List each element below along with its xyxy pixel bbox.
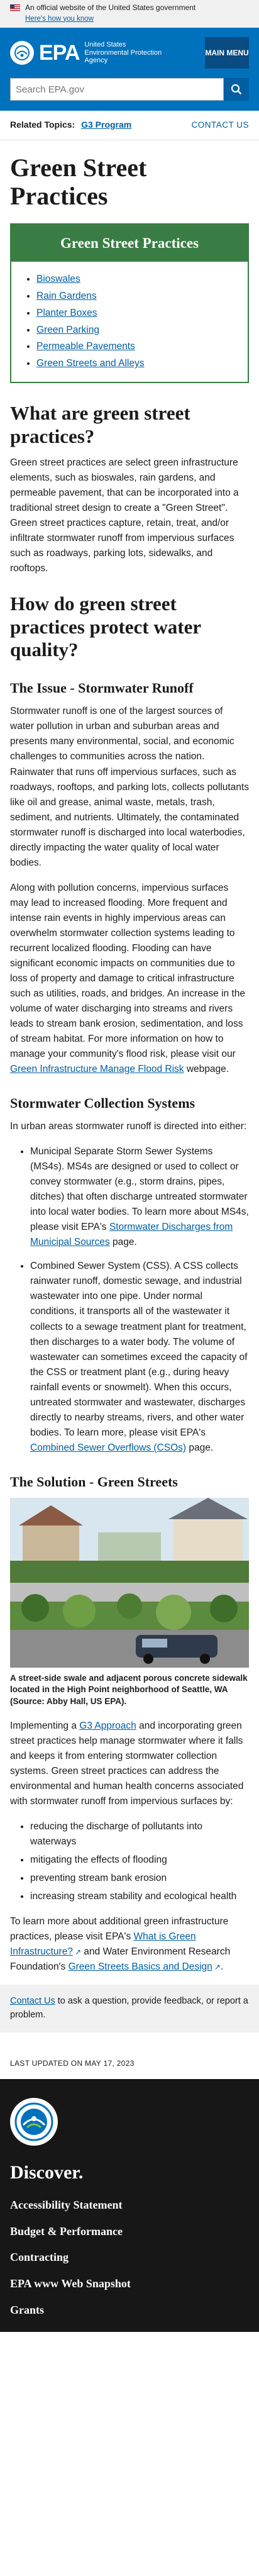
toc-link-planter-boxes[interactable]: Planter Boxes	[36, 308, 97, 318]
toc-item: Green Parking	[36, 323, 238, 338]
epa-seal-icon	[10, 40, 34, 65]
toc-item: Planter Boxes	[36, 306, 238, 321]
list-item: mitigating the effects of flooding	[30, 1853, 249, 1868]
contact-box: Contact Us to ask a question, provide fe…	[0, 1985, 259, 2032]
epa-seal-icon	[10, 2098, 58, 2146]
toc-link-green-streets-alleys[interactable]: Green Streets and Alleys	[36, 358, 144, 369]
manage-flood-risk-link[interactable]: Green Infrastructure Manage Flood Risk	[10, 1064, 184, 1074]
footer-link-budget[interactable]: Budget & Performance	[10, 2225, 123, 2238]
last-updated: LAST UPDATED ON MAY 17, 2023	[10, 2058, 135, 2068]
systems-heading: Stormwater Collection Systems	[10, 1095, 196, 1111]
solution-p1-end: and incorporating green street practices…	[10, 1720, 244, 1807]
footer-item: Contracting	[10, 2246, 249, 2273]
toc-link-green-parking[interactable]: Green Parking	[36, 325, 99, 335]
g3-program-link[interactable]: G3 Program	[81, 120, 131, 130]
site-footer: Discover. Accessibility Statement Budget…	[0, 2079, 259, 2333]
green-streets-basics-link[interactable]: Green Streets Basics and Design	[69, 1961, 212, 1972]
footer-item: Accessibility Statement	[10, 2194, 249, 2221]
css-text: Combined Sewer System (CSS). A CSS colle…	[30, 1261, 248, 1438]
epa-logo[interactable]: EPA United States Environmental Protecti…	[10, 36, 166, 70]
systems-intro: In urban areas stormwater runoff is dire…	[10, 1121, 247, 1132]
footer-item: Grants	[10, 2299, 249, 2326]
list-item: increasing stream stability and ecologic…	[30, 1889, 249, 1904]
issue-paragraph-2: Along with pollution concerns, imperviou…	[10, 881, 249, 1077]
issue-paragraph-1: Stormwater runoff is one of the largest …	[10, 706, 249, 868]
solution-paragraph-2: To learn more about additional green inf…	[10, 1915, 231, 1973]
issue-paragraph-2-text: Along with pollution concerns, imperviou…	[10, 882, 245, 1059]
search-icon	[231, 84, 242, 95]
list-item-ms4: Municipal Separate Storm Sewer Systems (…	[30, 1144, 249, 1250]
ms4-end: page.	[109, 1237, 137, 1248]
contact-us-footer-link[interactable]: Contact Us	[10, 1996, 55, 2006]
footer-link-accessibility[interactable]: Accessibility Statement	[10, 2199, 122, 2211]
toc-item: Permeable Pavements	[36, 339, 238, 355]
toc-box: Green Street Practices Bioswales Rain Ga…	[10, 223, 249, 383]
section-what-body: Green street practices are select green …	[10, 457, 239, 574]
footer-link-contracting[interactable]: Contracting	[10, 2251, 69, 2263]
toc-title: Green Street Practices	[11, 224, 248, 262]
external-link-icon: ↗	[214, 1963, 221, 1972]
gov-banner-text: An official website of the United States…	[25, 3, 196, 12]
related-topics-label: Related Topics:	[10, 120, 75, 130]
ms4-text: Municipal Separate Storm Sewer Systems (…	[30, 1146, 249, 1233]
related-topics-bar: Related Topics: G3 Program CONTACT US	[0, 111, 259, 140]
photo-caption: A street-side swale and adjacent porous …	[10, 1673, 248, 1706]
list-item: preventing stream bank erosion	[30, 1871, 249, 1886]
cso-link[interactable]: Combined Sewer Overflows (CSOs)	[30, 1442, 186, 1453]
gov-banner: An official website of the United States…	[0, 0, 259, 28]
search-form	[10, 78, 249, 101]
logo-subtitle: United States Environmental Protection A…	[84, 40, 162, 65]
toc-item: Bioswales	[36, 272, 238, 287]
list-item-css: Combined Sewer System (CSS). A CSS colle…	[30, 1259, 249, 1455]
section-heading-how: How do green street practices protect wa…	[10, 593, 201, 661]
solution-p1-start: Implementing a	[10, 1720, 80, 1731]
main-menu-button[interactable]: MAIN MENU	[205, 36, 249, 69]
us-flag-icon	[10, 4, 20, 12]
main-content: Green Street Practices Green Street Prac…	[0, 153, 259, 2048]
benefits-list: reducing the discharge of pollutants int…	[10, 1819, 249, 1904]
css-end: page.	[186, 1442, 214, 1453]
footer-link-grants[interactable]: Grants	[10, 2304, 44, 2316]
toc-item: Green Streets and Alleys	[36, 356, 238, 372]
search-button[interactable]	[224, 78, 249, 101]
toc-link-permeable-pavements[interactable]: Permeable Pavements	[36, 341, 135, 352]
search-input[interactable]	[10, 78, 224, 101]
footer-link-web-snapshot[interactable]: EPA www Web Snapshot	[10, 2277, 131, 2290]
footer-item: Budget & Performance	[10, 2221, 249, 2247]
list-item: reducing the discharge of pollutants int…	[30, 1819, 249, 1849]
footer-links: Accessibility Statement Budget & Perform…	[10, 2194, 249, 2326]
issue-heading: The Issue - Stormwater Runoff	[10, 679, 194, 696]
toc-list: Bioswales Rain Gardens Planter Boxes Gre…	[11, 262, 248, 382]
site-header: EPA United States Environmental Protecti…	[0, 27, 259, 111]
toc-item: Rain Gardens	[36, 289, 238, 304]
g3-approach-link[interactable]: G3 Approach	[79, 1720, 136, 1731]
green-street-photo	[10, 1498, 249, 1668]
toc-link-rain-gardens[interactable]: Rain Gardens	[36, 291, 97, 301]
external-link-icon: ↗	[74, 1948, 81, 1956]
issue-paragraph-2-end: webpage.	[184, 1063, 229, 1074]
footer-heading: Discover.	[10, 2162, 84, 2183]
page-title: Green Street Practices	[10, 153, 147, 210]
solution-heading: The Solution - Green Streets	[10, 1473, 178, 1490]
logo-text: EPA	[39, 40, 80, 65]
toc-link-bioswales[interactable]: Bioswales	[36, 274, 80, 284]
heres-how-link[interactable]: Here's how you know	[25, 14, 249, 24]
section-heading-what: What are green street practices?	[10, 401, 190, 447]
contact-us-link[interactable]: CONTACT US	[191, 119, 249, 132]
solution-paragraph-1: Implementing a G3 Approach and incorpora…	[10, 1719, 249, 1809]
footer-item: EPA www Web Snapshot	[10, 2273, 249, 2299]
systems-list: Municipal Separate Storm Sewer Systems (…	[10, 1144, 249, 1455]
